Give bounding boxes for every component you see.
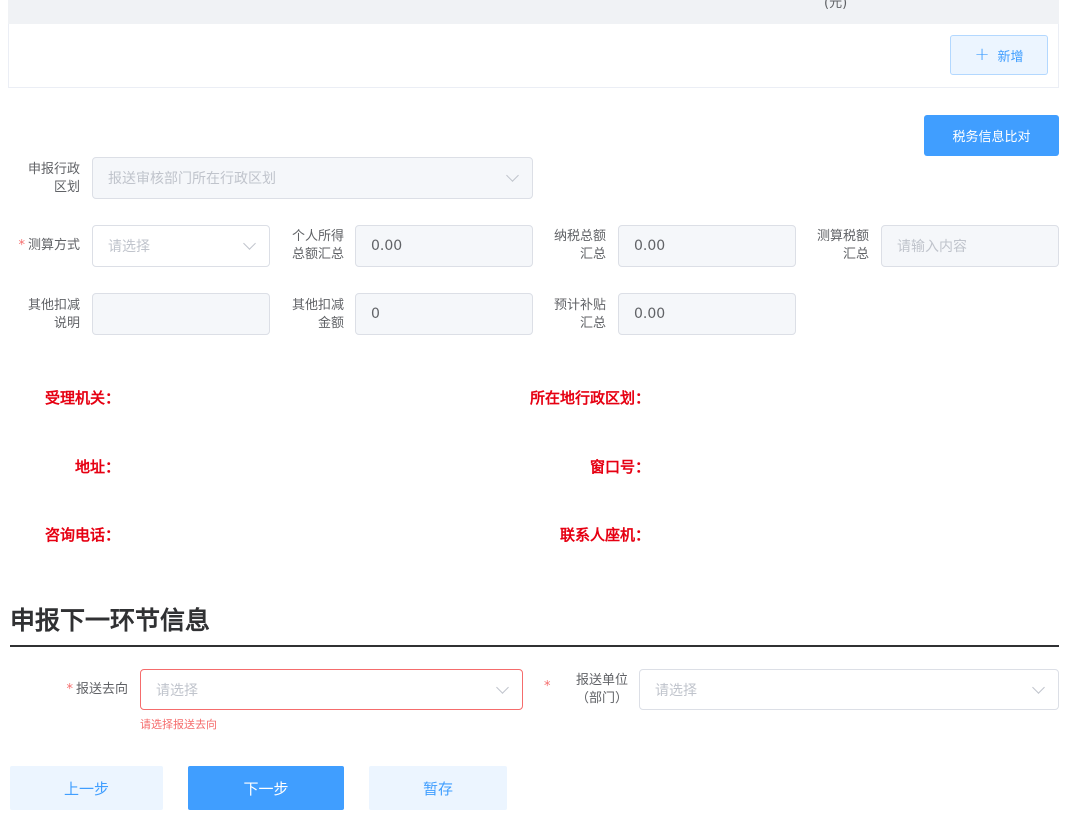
chevron-down-icon	[1032, 680, 1045, 694]
phone-label: 咨询电话：	[44, 526, 120, 544]
chevron-down-icon	[506, 169, 519, 182]
address-label: 地址：	[74, 458, 120, 476]
calc-tax-label: 测算税额汇总	[816, 229, 869, 262]
section-title: 申报下一环节信息	[10, 606, 211, 635]
subsidy-field[interactable]: 0.00	[618, 293, 796, 335]
plus-icon: +	[974, 44, 990, 65]
income-total-field[interactable]: 0.00	[355, 225, 533, 267]
income-label: 个人所得总额汇总	[291, 229, 344, 262]
subsidy-value: 0.00	[634, 306, 666, 322]
region-placeholder: 报送审核部门所在行政区划	[108, 171, 276, 187]
other-desc-field[interactable]	[92, 293, 270, 335]
region-info-label: 所在地行政区划：	[529, 389, 650, 407]
chevron-down-icon	[243, 237, 256, 250]
chevron-down-icon	[496, 680, 509, 694]
dest-error: 请选择报送去向	[140, 718, 217, 731]
dest-select[interactable]: 请选择	[140, 669, 523, 710]
table-header: (元)	[8, 0, 1059, 24]
other-desc-label: 其他扣减说明	[27, 298, 80, 331]
other-amount-value: 0	[371, 306, 380, 322]
unit-label: 报送单位（部门）	[575, 673, 628, 706]
unit-placeholder: 请选择	[655, 682, 697, 699]
agency-label: 受理机关：	[44, 389, 120, 407]
calc-tax-field[interactable]: 请输入内容	[881, 225, 1059, 267]
other-amount-label: 其他扣减金额	[291, 298, 344, 331]
calc-tax-placeholder: 请输入内容	[897, 239, 967, 255]
dest-placeholder: 请选择	[156, 682, 198, 699]
income-total-value: 0.00	[371, 238, 403, 254]
dest-label: * 报送去向	[66, 682, 128, 697]
table-body	[8, 24, 1059, 88]
other-amount-field[interactable]: 0	[355, 293, 533, 335]
save-draft-button[interactable]: 暂存	[369, 766, 507, 810]
add-button[interactable]: + 新增	[950, 35, 1048, 75]
method-select[interactable]: 请选择	[92, 225, 270, 267]
method-placeholder: 请选择	[108, 239, 150, 255]
unit-select[interactable]: 请选择	[639, 669, 1059, 710]
tax-compare-button[interactable]: 税务信息比对	[924, 115, 1059, 156]
tax-total-label: 纳税总额汇总	[553, 229, 606, 262]
prev-step-button[interactable]: 上一步	[10, 766, 163, 810]
method-label: * 测算方式	[18, 238, 80, 253]
next-step-button[interactable]: 下一步	[188, 766, 344, 810]
table-header-unit: (元)	[824, 0, 848, 11]
window-label: 窗口号：	[589, 458, 650, 476]
tax-total-value: 0.00	[634, 238, 666, 254]
region-label: 申报行政区划	[27, 162, 80, 195]
subsidy-label: 预计补贴汇总	[553, 298, 606, 331]
unit-required-mark: *	[544, 679, 551, 694]
section-divider	[10, 645, 1059, 647]
tax-total-field[interactable]: 0.00	[618, 225, 796, 267]
contact-label: 联系人座机：	[559, 526, 650, 544]
region-select[interactable]: 报送审核部门所在行政区划	[92, 157, 533, 199]
add-button-label: 新增	[997, 49, 1024, 65]
